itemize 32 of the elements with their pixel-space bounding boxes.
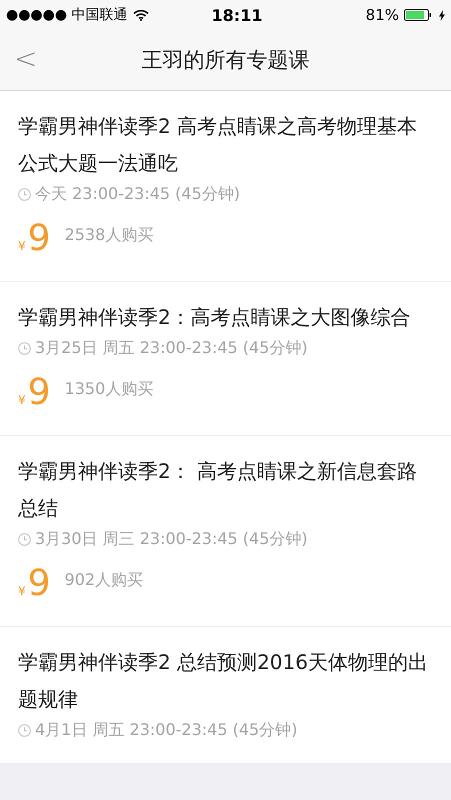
clock-icon bbox=[18, 724, 31, 737]
course-time: 今天 23:00-23:45 (45分钟) bbox=[35, 184, 240, 205]
course-price: 9 bbox=[28, 373, 51, 413]
course-card[interactable]: 学霸男神伴读季2： 高考点睛课之新信息套路总结 3月30日 周三 23:00-23:45 (45分钟) ¥9 902人购买 bbox=[0, 436, 451, 626]
course-card[interactable]: 学霸男神伴读季2：高考点睛课之大图像综合 3月25日 周五 23:00-23:45 (45分钟) ¥9 1350人购买 bbox=[0, 282, 451, 435]
course-time: 3月25日 周五 23:00-23:45 (45分钟) bbox=[35, 338, 308, 359]
course-card[interactable]: 学霸男神伴读季2 总结预测2016天体物理的出题规律 4月1日 周五 23:00-23:45 (45分钟) bbox=[0, 627, 451, 763]
buyer-count: 902人购买 bbox=[64, 570, 144, 591]
clock-icon bbox=[18, 342, 31, 355]
course-title: 学霸男神伴读季2：高考点睛课之大图像综合 bbox=[18, 304, 412, 331]
status-time: 18:11 bbox=[212, 6, 262, 24]
buyer-count: 1350人购买 bbox=[64, 379, 154, 400]
course-price: 9 bbox=[28, 564, 51, 604]
battery-icon bbox=[404, 9, 434, 21]
course-card[interactable]: 学霸男神伴读季2 高考点睛课之高考物理基本公式大题一法通吃 今天 23:00-23:45 (45分钟) ¥9 2538人购买 bbox=[0, 91, 451, 281]
carrier-name: ●●●●● 中国联通 bbox=[6, 6, 128, 24]
currency-sign: ¥ bbox=[18, 239, 26, 253]
currency-sign: ¥ bbox=[18, 393, 26, 407]
battery-percent: 81% bbox=[366, 6, 399, 24]
wifi-icon bbox=[132, 9, 149, 21]
course-price: 9 bbox=[28, 219, 51, 259]
course-title: 学霸男神伴读季2 高考点睛课之高考物理基本公式大题一法通吃 bbox=[18, 113, 418, 177]
page-title: 王羽的所有专题课 bbox=[142, 47, 310, 74]
charging-icon bbox=[439, 10, 445, 20]
course-title: 学霸男神伴读季2 总结预测2016天体物理的出题规律 bbox=[18, 649, 429, 713]
clock-icon bbox=[18, 188, 31, 201]
buyer-count: 2538人购买 bbox=[64, 225, 154, 246]
clock-icon bbox=[18, 533, 31, 546]
currency-sign: ¥ bbox=[18, 584, 26, 598]
course-time: 4月1日 周五 23:00-23:45 (45分钟) bbox=[35, 720, 298, 741]
course-time: 3月30日 周三 23:00-23:45 (45分钟) bbox=[35, 529, 308, 550]
course-title: 学霸男神伴读季2： 高考点睛课之新信息套路总结 bbox=[18, 458, 418, 522]
